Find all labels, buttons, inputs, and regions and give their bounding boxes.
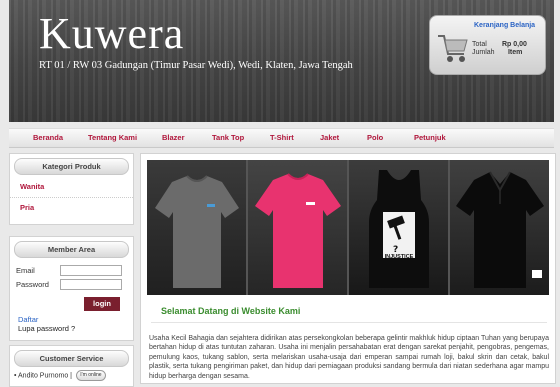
cart-total-row: Total Rp 0,00: [472, 41, 527, 48]
customer-service-contact[interactable]: • Andito Purnomo | I'm online: [14, 370, 106, 381]
brand-logo[interactable]: Kuwera: [39, 12, 184, 56]
store-address: RT 01 / RW 03 Gadungan (Timur Pasar Wedi…: [39, 60, 353, 71]
cart-items-value: Item: [507, 49, 523, 56]
cart-total-label: Total: [472, 41, 487, 48]
customer-service-title: Customer Service: [14, 350, 129, 367]
cart-total-value: Rp 0,00: [501, 41, 527, 48]
pink-tshirt-image: [255, 173, 341, 288]
category-box: Kategori Produk Wanita Pria: [9, 153, 134, 225]
cart-title[interactable]: Keranjang Belanja: [474, 22, 535, 29]
password-row: Password: [16, 279, 122, 290]
email-label: Email: [16, 266, 35, 275]
member-area-box: Member Area Email Password login Daftar …: [9, 236, 134, 341]
nav-item-tentang-kami[interactable]: Tentang Kami: [88, 133, 137, 142]
product-banner: ? INJUSTICE: [147, 160, 549, 295]
nav-item-t-shirt[interactable]: T-Shirt: [270, 133, 294, 142]
banner-panel-black-tanktop: ? INJUSTICE: [349, 160, 450, 295]
category-item-wanita[interactable]: Wanita: [10, 177, 133, 198]
injustice-print-text: INJUSTICE: [384, 254, 414, 260]
banner-panel-grey-tshirt: [147, 160, 248, 295]
black-polo-image: [456, 171, 544, 288]
main-navigation: Beranda Tentang Kami Blazer Tank Top T-S…: [9, 128, 554, 148]
shopping-cart-icon: [438, 35, 468, 62]
category-box-title: Kategori Produk: [14, 158, 129, 175]
category-item-pria[interactable]: Pria: [10, 198, 133, 218]
shopping-cart-widget[interactable]: Keranjang Belanja Total Rp 0,00 Jumlah I…: [429, 15, 546, 75]
banner-panel-pink-tshirt: [248, 160, 349, 295]
register-link[interactable]: Daftar: [18, 315, 38, 324]
main-content: ? INJUSTICE Selamat Datang di Website Ka…: [140, 153, 556, 384]
black-tanktop-image: ?: [369, 170, 429, 288]
customer-service-name: • Andito Purnomo |: [14, 372, 72, 380]
password-label: Password: [16, 280, 49, 289]
nav-item-petunjuk[interactable]: Petunjuk: [414, 133, 446, 142]
banner-panel-black-polo: [450, 160, 549, 295]
customer-service-box: Customer Service • Andito Purnomo | I'm …: [9, 345, 134, 387]
email-field[interactable]: [60, 265, 122, 276]
cart-items-row: Jumlah Item: [472, 49, 522, 56]
member-area-title: Member Area: [14, 241, 129, 258]
grey-tshirt-image: [155, 175, 239, 288]
nav-item-polo[interactable]: Polo: [367, 133, 383, 142]
online-status-badge[interactable]: I'm online: [75, 370, 106, 381]
password-field[interactable]: [60, 279, 122, 290]
forgot-password-link[interactable]: Lupa password ?: [18, 324, 75, 333]
nav-item-jaket[interactable]: Jaket: [320, 133, 339, 142]
nav-item-beranda[interactable]: Beranda: [33, 133, 63, 142]
login-button[interactable]: login: [84, 297, 120, 311]
about-description: Usaha Kecil Bahagia dan sejahtera didiri…: [149, 335, 549, 380]
nav-item-tank-top[interactable]: Tank Top: [212, 133, 244, 142]
nav-item-blazer[interactable]: Blazer: [162, 133, 185, 142]
site-header: Kuwera RT 01 / RW 03 Gadungan (Timur Pas…: [9, 0, 554, 122]
cart-items-label: Jumlah: [472, 49, 495, 56]
welcome-heading: Selamat Datang di Website Kami: [161, 306, 301, 316]
content-divider: [151, 322, 547, 323]
email-row: Email: [16, 265, 122, 276]
